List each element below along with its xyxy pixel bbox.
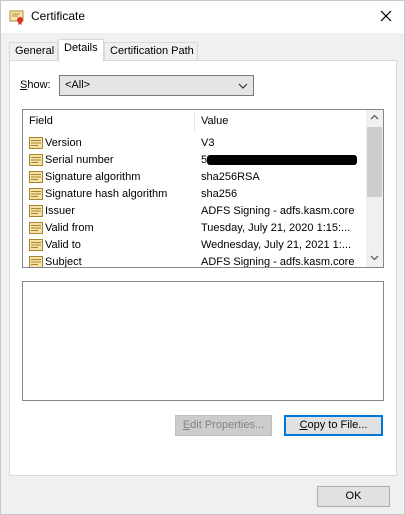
certificate-field-icon bbox=[29, 221, 43, 235]
show-dropdown[interactable]: <All> bbox=[59, 75, 254, 96]
field-name: Subject bbox=[45, 256, 82, 268]
field-name: Valid from bbox=[45, 222, 94, 234]
copy-to-file-button[interactable]: Copy to File... bbox=[284, 415, 383, 436]
column-header-value[interactable]: Value bbox=[201, 115, 228, 127]
field-value: ADFS Signing - adfs.kasm.core bbox=[201, 256, 355, 268]
field-value: Tuesday, July 21, 2020 1:15:... bbox=[201, 222, 351, 234]
field-detail-textbox[interactable] bbox=[22, 281, 384, 401]
field-name: Version bbox=[45, 137, 82, 149]
field-value: ADFS Signing - adfs.kasm.core bbox=[201, 205, 355, 217]
list-scrollbar[interactable] bbox=[366, 110, 383, 267]
field-name: Signature hash algorithm bbox=[45, 188, 168, 200]
edit-properties-button[interactable]: Edit Properties... bbox=[175, 415, 272, 436]
field-value: sha256RSA bbox=[201, 171, 260, 183]
list-row[interactable]: Serial number 5 bbox=[23, 152, 366, 169]
column-separator[interactable] bbox=[194, 112, 195, 132]
certificate-field-icon bbox=[29, 255, 43, 267]
chevron-down-icon bbox=[370, 253, 379, 265]
show-dropdown-value: <All> bbox=[65, 79, 91, 91]
tab-details[interactable]: Details bbox=[58, 39, 104, 62]
scroll-down-button[interactable] bbox=[366, 250, 383, 267]
certificate-field-icon bbox=[29, 153, 43, 167]
chevron-down-icon bbox=[237, 80, 249, 92]
show-label: Show: bbox=[20, 79, 51, 91]
certificate-field-icon bbox=[29, 170, 43, 184]
scroll-up-button[interactable] bbox=[366, 110, 383, 127]
close-button[interactable] bbox=[367, 1, 405, 33]
certificate-field-icon bbox=[29, 238, 43, 252]
field-value: sha256 bbox=[201, 188, 238, 200]
certificate-dialog: Certificate General Details Certificatio… bbox=[0, 0, 405, 515]
column-header-field[interactable]: Field bbox=[29, 115, 53, 127]
redaction-bar bbox=[207, 155, 357, 165]
field-name: Serial number bbox=[45, 154, 114, 166]
list-row[interactable]: Valid from Tuesday, July 21, 2020 1:15:.… bbox=[23, 220, 366, 237]
list-row[interactable]: Version V3 bbox=[23, 135, 366, 152]
certificate-icon bbox=[9, 9, 25, 25]
field-value: Wednesday, July 21, 2021 1:... bbox=[201, 239, 352, 251]
field-name: Signature algorithm bbox=[45, 171, 141, 183]
scrollbar-thumb[interactable] bbox=[367, 127, 382, 197]
chevron-up-icon bbox=[370, 113, 379, 125]
list-header: Field Value bbox=[23, 110, 366, 134]
field-value: V3 bbox=[201, 137, 215, 149]
list-row[interactable]: Issuer ADFS Signing - adfs.kasm.core bbox=[23, 203, 366, 220]
tab-certification-path[interactable]: Certification Path bbox=[104, 42, 198, 61]
window-title: Certificate bbox=[31, 9, 86, 23]
field-name: Valid to bbox=[45, 239, 81, 251]
tab-general[interactable]: General bbox=[9, 42, 58, 61]
list-row[interactable]: Signature hash algorithm sha256 bbox=[23, 186, 366, 203]
list-row[interactable]: Subject ADFS Signing - adfs.kasm.core bbox=[23, 254, 366, 268]
title-bar: Certificate bbox=[1, 1, 404, 33]
list-row[interactable]: Signature algorithm sha256RSA bbox=[23, 169, 366, 186]
close-icon bbox=[380, 10, 392, 25]
certificate-field-icon bbox=[29, 136, 43, 150]
certificate-field-icon bbox=[29, 204, 43, 218]
field-name: Issuer bbox=[45, 205, 75, 217]
certificate-field-icon bbox=[29, 187, 43, 201]
list-row[interactable]: Valid to Wednesday, July 21, 2021 1:... bbox=[23, 237, 366, 254]
fields-list[interactable]: Field Value Version V3 Serial number 5 S… bbox=[22, 109, 384, 268]
ok-button[interactable]: OK bbox=[317, 486, 390, 507]
details-panel: Show: <All> Field Value Version V3 Seria… bbox=[9, 60, 397, 476]
